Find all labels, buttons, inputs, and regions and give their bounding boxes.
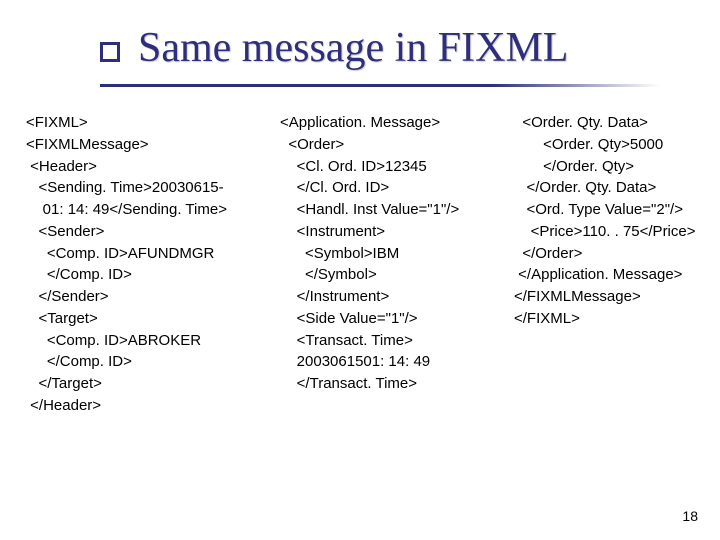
slide-title: Same message in FIXML [138,24,568,72]
xml-column-2: <Application. Message> <Order> <Cl. Ord.… [280,112,502,417]
title-underline [100,84,660,87]
title-row: Same message in FIXML [100,24,690,72]
content-columns: <FIXML> <FIXMLMessage> <Header> <Sending… [26,112,714,417]
slide: Same message in FIXML <FIXML> <FIXMLMess… [0,0,720,540]
page-number: 18 [682,508,698,524]
xml-column-3: <Order. Qty. Data> <Order. Qty>5000 </Or… [514,112,714,417]
bullet-icon [100,42,120,62]
xml-column-1: <FIXML> <FIXMLMessage> <Header> <Sending… [26,112,268,417]
